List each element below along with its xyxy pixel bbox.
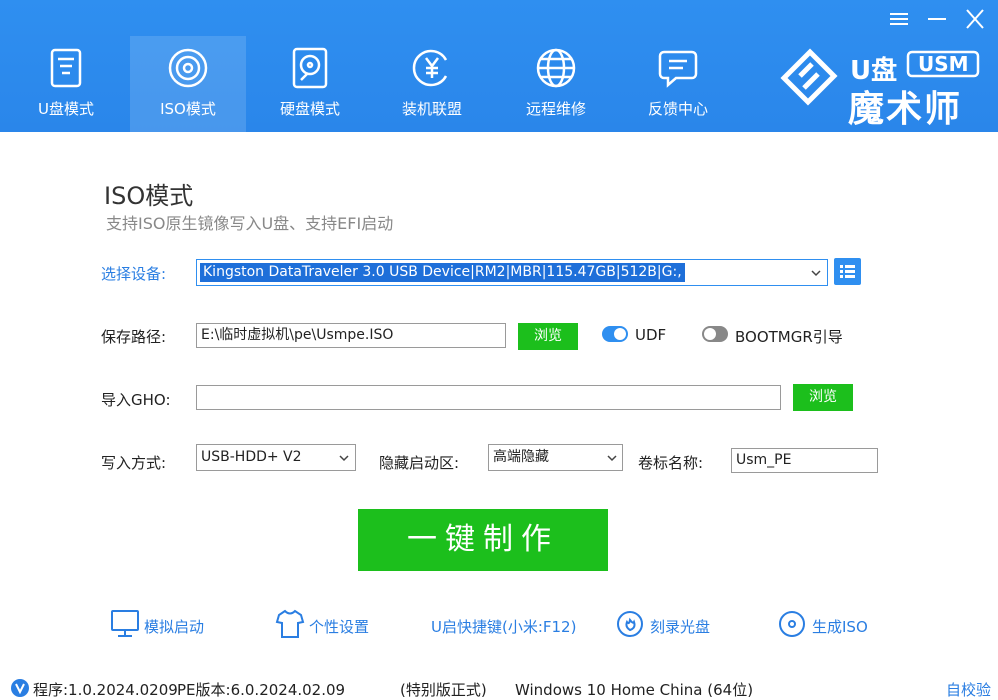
chevron-down-icon: [607, 455, 617, 462]
save-path-input[interactable]: E:\临时虚拟机\pe\Usmpe.ISO: [196, 323, 506, 348]
logo-text-bottom: 魔术师: [848, 89, 963, 130]
nav-label: U盘模式: [38, 100, 94, 118]
nav-label: 硬盘模式: [279, 100, 340, 118]
hard-disk-icon: [292, 47, 328, 89]
globe-icon: [536, 48, 576, 88]
monitor-icon: [111, 610, 139, 637]
save-path-label: 保存路径:: [101, 328, 167, 346]
tool-label: 个性设置: [309, 618, 370, 636]
write-mode-select[interactable]: USB-HDD+ V2: [196, 444, 356, 471]
usb-drive-icon: [50, 48, 82, 88]
make-button[interactable]: 一键制作: [358, 509, 608, 571]
nav-install-alliance[interactable]: 装机联盟: [374, 36, 490, 132]
tool-label: 生成ISO: [812, 618, 868, 636]
header-bar: U盘模式 ISO模式 硬盘模式 装机联盟 远程维修 反馈中心 U盘 USM 魔术…: [0, 0, 998, 132]
page-title: ISO模式: [104, 182, 194, 210]
gho-label: 导入GHO:: [101, 391, 171, 409]
chevron-down-icon: [339, 455, 349, 462]
tool-burn-disc[interactable]: 刻录光盘: [616, 608, 716, 640]
write-mode-label: 写入方式:: [101, 454, 167, 472]
chat-icon: [658, 50, 698, 88]
iso-disc-icon: [779, 611, 805, 637]
tool-label: U启快捷键(小米:F12): [431, 618, 577, 636]
disc-icon: [168, 48, 208, 88]
list-icon: [840, 265, 855, 278]
page-subtitle: 支持ISO原生镜像写入U盘、支持EFI启动: [106, 214, 394, 233]
tshirt-icon: [275, 609, 305, 638]
hidden-boot-select[interactable]: 高端隐藏: [488, 444, 623, 471]
yuan-coin-icon: [412, 49, 448, 87]
menu-icon[interactable]: [884, 6, 914, 32]
close-icon[interactable]: [960, 6, 990, 32]
volume-label: 卷标名称:: [638, 454, 704, 472]
self-check-link[interactable]: 自校验: [946, 679, 991, 700]
gho-browse-button[interactable]: 浏览: [793, 384, 853, 411]
bootmgr-label: BOOTMGR引导: [735, 328, 843, 346]
app-version-icon: [11, 679, 29, 697]
logo-badge: USM: [918, 52, 969, 76]
hidden-boot-label: 隐藏启动区:: [379, 454, 460, 472]
udf-toggle[interactable]: [602, 326, 628, 342]
edition: (特别版正式): [400, 681, 487, 699]
nav-usb-mode[interactable]: U盘模式: [8, 36, 124, 132]
device-value: Kingston DataTraveler 3.0 USB Device|RM2…: [200, 263, 685, 282]
bootmgr-toggle[interactable]: [702, 326, 728, 342]
gho-input[interactable]: [196, 385, 781, 410]
pe-version: PE版本:6.0.2024.02.09: [177, 681, 346, 699]
tool-label: 刻录光盘: [650, 618, 711, 636]
volume-input[interactable]: Usm_PE: [731, 448, 878, 473]
nav-label: 反馈中心: [647, 100, 708, 118]
udf-label: UDF: [635, 326, 667, 344]
device-list-button[interactable]: [834, 258, 861, 285]
os-info: Windows 10 Home China (64位): [515, 681, 754, 699]
tool-personal-settings[interactable]: 个性设置: [275, 608, 375, 640]
burn-disc-icon: [617, 611, 643, 637]
tool-boot-hotkey[interactable]: U启快捷键(小米:F12): [431, 608, 576, 640]
hidden-boot-value: 高端隐藏: [493, 449, 549, 465]
nav-label: ISO模式: [160, 100, 216, 118]
usm-logo: U盘 USM 魔术师: [780, 48, 986, 130]
nav-iso-mode[interactable]: ISO模式: [130, 36, 246, 132]
tool-simulate-boot[interactable]: 模拟启动: [110, 608, 210, 640]
tool-generate-iso[interactable]: 生成ISO: [778, 608, 873, 640]
nav-feedback-center[interactable]: 反馈中心: [620, 36, 736, 132]
chevron-down-icon: [811, 270, 821, 277]
nav-label: 装机联盟: [401, 100, 462, 118]
device-label: 选择设备:: [101, 265, 167, 283]
device-select[interactable]: Kingston DataTraveler 3.0 USB Device|RM2…: [196, 259, 828, 286]
write-mode-value: USB-HDD+ V2: [201, 449, 302, 465]
tool-label: 模拟启动: [144, 618, 205, 636]
nav-remote-repair[interactable]: 远程维修: [498, 36, 614, 132]
save-path-browse-button[interactable]: 浏览: [518, 323, 578, 350]
program-version: 程序:1.0.2024.0209: [33, 681, 178, 699]
nav-label: 远程维修: [525, 100, 586, 118]
minimize-icon[interactable]: [922, 6, 952, 32]
nav-hdd-mode[interactable]: 硬盘模式: [252, 36, 368, 132]
status-bar: 程序:1.0.2024.0209 PE版本:6.0.2024.02.09 (特别…: [0, 675, 998, 700]
